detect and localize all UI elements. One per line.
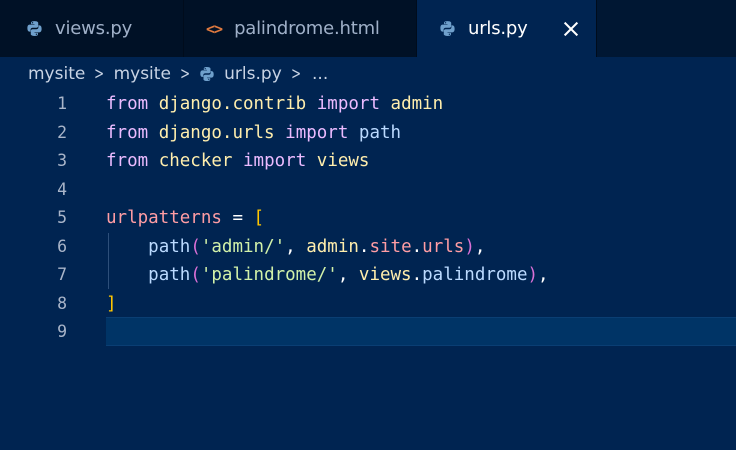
code-token: admin [390,94,444,114]
code-token: . [411,236,423,257]
code-token: . [411,265,423,285]
code-token: . [358,236,370,257]
code-text: path('palindrome/', views.palindrome), [106,261,549,290]
code-token: from [106,151,149,171]
code-line[interactable]: 6 path('admin/', admin.site.urls), [0,233,736,262]
code-line[interactable]: 5 urlpatterns = [ [0,204,736,233]
tab-palindrome-html[interactable]: <> palindrome.html [184,0,417,57]
code-token: , [474,236,486,257]
code-token: path [358,122,402,143]
code-token: ] [106,293,117,314]
code-line[interactable]: 2 from django.urls import path [0,119,736,148]
line-number: 6 [57,236,67,256]
code-token: import [316,94,380,114]
python-icon [199,66,215,82]
code-token: import [243,151,307,171]
code-token: = [221,208,254,228]
code-token: import [285,122,349,143]
code-line[interactable]: 7 path('palindrome/', views.palindrome), [0,261,736,290]
code-token: 'palindrome/' [200,265,338,285]
code-line[interactable]: 4 [0,176,736,205]
code-token: django.contrib [158,94,307,114]
breadcrumb-folder[interactable]: mysite [28,64,85,84]
code-text: path('admin/', admin.site.urls), [106,233,485,262]
code-token: site [369,236,412,257]
code-token: 'admin/' [200,236,286,257]
line-number: 1 [57,94,67,113]
tab-label: urls.py [468,18,528,39]
code-text: from django.contrib import admin [106,90,443,119]
code-text: from checker import views [106,147,369,176]
code-token: urlpatterns [106,208,222,228]
breadcrumb-file[interactable]: urls.py [199,64,282,84]
code-token: ( [190,265,201,285]
code-text: urlpatterns = [ [106,204,264,233]
tab-views-py[interactable]: views.py [0,0,184,57]
python-icon [439,20,456,37]
breadcrumb: mysite > mysite > urls.py > ... [0,57,736,90]
tab-urls-py[interactable]: urls.py [417,0,597,57]
code-token: admin [306,236,359,257]
code-token: from [106,94,149,114]
python-icon [26,20,43,37]
line-number: 7 [57,265,67,284]
breadcrumb-file-label: urls.py [224,63,282,84]
code-editor[interactable]: 1 from django.contrib import admin 2 from d… [0,90,736,450]
code-token: path [148,265,191,285]
code-token: , [285,236,307,257]
tab-label: palindrome.html [234,18,380,39]
breadcrumb-ellipsis[interactable]: ... [312,64,328,84]
code-token: ) [464,236,475,257]
code-line[interactable]: 9 [0,318,736,347]
code-token: from [106,122,149,143]
code-text: ] [106,290,117,319]
code-token: checker [158,151,233,171]
code-line[interactable]: 1 from django.contrib import admin [0,90,736,119]
chevron-right-icon: > [290,63,301,84]
tab-bar: views.py <> palindrome.html urls.py [0,0,736,57]
close-icon[interactable] [560,18,582,40]
tab-label: views.py [55,18,133,39]
breadcrumb-folder[interactable]: mysite [114,64,171,84]
line-number: 2 [57,122,67,142]
chevron-right-icon: > [94,63,105,84]
chevron-right-icon: > [180,63,191,84]
line-number: 4 [57,179,67,199]
line-number: 5 [57,208,67,227]
code-token: django.urls [158,122,275,143]
code-token: ( [190,236,201,257]
code-token: palindrome [422,265,528,285]
line-number: 3 [57,151,67,170]
code-token: ) [527,265,539,285]
code-token: , [337,265,359,285]
line-number: 9 [57,322,67,341]
code-line[interactable]: 8] [0,290,736,319]
code-line[interactable]: 3 from checker import views [0,147,736,176]
code-token: path [148,236,191,257]
code-token: urls [422,236,465,257]
line-number: 8 [57,293,67,313]
code-text: from django.urls import path [106,119,401,148]
code-token: [ [253,208,265,228]
code-token: views [316,151,370,171]
code-token: , [538,265,549,285]
code-token: views [358,265,412,285]
html-icon: <> [206,19,223,38]
